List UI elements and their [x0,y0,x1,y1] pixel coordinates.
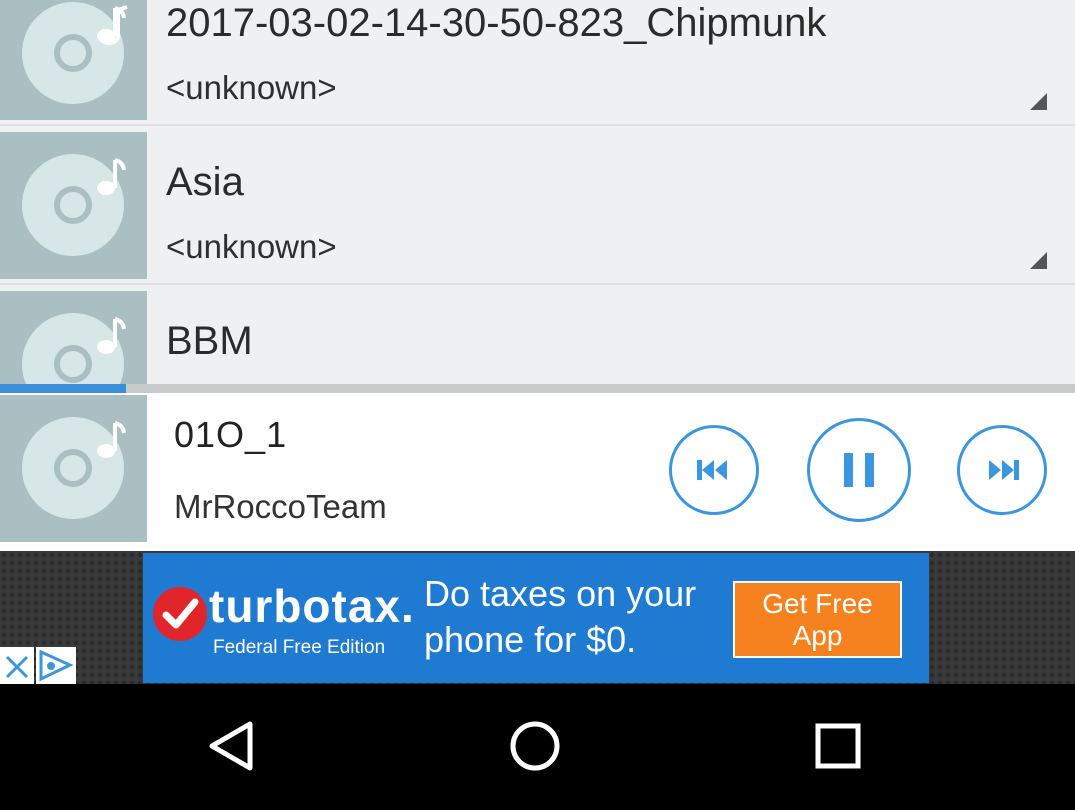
home-icon [510,721,560,771]
recents-icon [815,723,861,769]
album-art [0,0,147,120]
music-disc-icon [22,2,128,104]
music-disc-icon [22,313,126,395]
ad-choices-button[interactable] [36,647,76,684]
song-artist: <unknown> [166,69,337,106]
back-button[interactable] [202,716,262,776]
pause-button[interactable] [807,418,911,522]
ad-area: turbotax. Federal Free Edition Do taxes … [0,551,1075,684]
song-title: 2017-03-02-14-30-50-823_Chipmunk [166,1,827,45]
now-playing-album-art [0,395,147,542]
corner-indicator-icon [1030,252,1047,269]
music-disc-icon [22,154,126,256]
previous-button[interactable] [669,425,759,515]
music-disc-icon [22,417,126,519]
ad-cta-button[interactable]: Get Free App [733,581,902,658]
ad-close-button[interactable] [0,647,34,684]
now-playing-artist: MrRoccoTeam [174,488,387,525]
song-title: Asia [166,160,244,204]
ad-headline: Do taxes on your phone for $0. [424,573,697,660]
ad-edition: Federal Free Edition [213,637,386,658]
album-art [0,291,147,395]
next-icon [989,460,1019,480]
next-button[interactable] [957,425,1047,515]
navigation-bar [0,684,1075,810]
now-playing-title: 01O_1 [174,414,288,455]
now-playing-bar[interactable]: 01O_1 MrRoccoTeam [0,393,1075,551]
song-row[interactable]: 2017-03-02-14-30-50-823_Chipmunk <unknow… [0,0,1075,126]
ad-banner[interactable]: turbotax. Federal Free Edition Do taxes … [143,553,929,683]
playback-progress-fill [0,384,126,393]
song-artist: <unknown> [166,228,337,265]
pause-icon [844,453,874,487]
checkmark-icon [153,587,207,641]
previous-icon [697,460,727,480]
song-list: 2017-03-02-14-30-50-823_Chipmunk <unknow… [0,0,1075,395]
corner-indicator-icon [1030,93,1047,110]
album-art [0,132,147,279]
home-button[interactable] [505,716,565,776]
song-row[interactable]: Asia <unknown> [0,127,1075,285]
back-icon [209,721,253,771]
song-row[interactable]: BBM [0,286,1075,395]
song-title: BBM [166,319,253,363]
ad-brand: turbotax. [209,580,415,632]
recents-button[interactable] [808,716,868,776]
playback-progress-bar[interactable] [0,384,1075,393]
ad-choices-icon [39,649,74,682]
close-icon [5,655,29,679]
